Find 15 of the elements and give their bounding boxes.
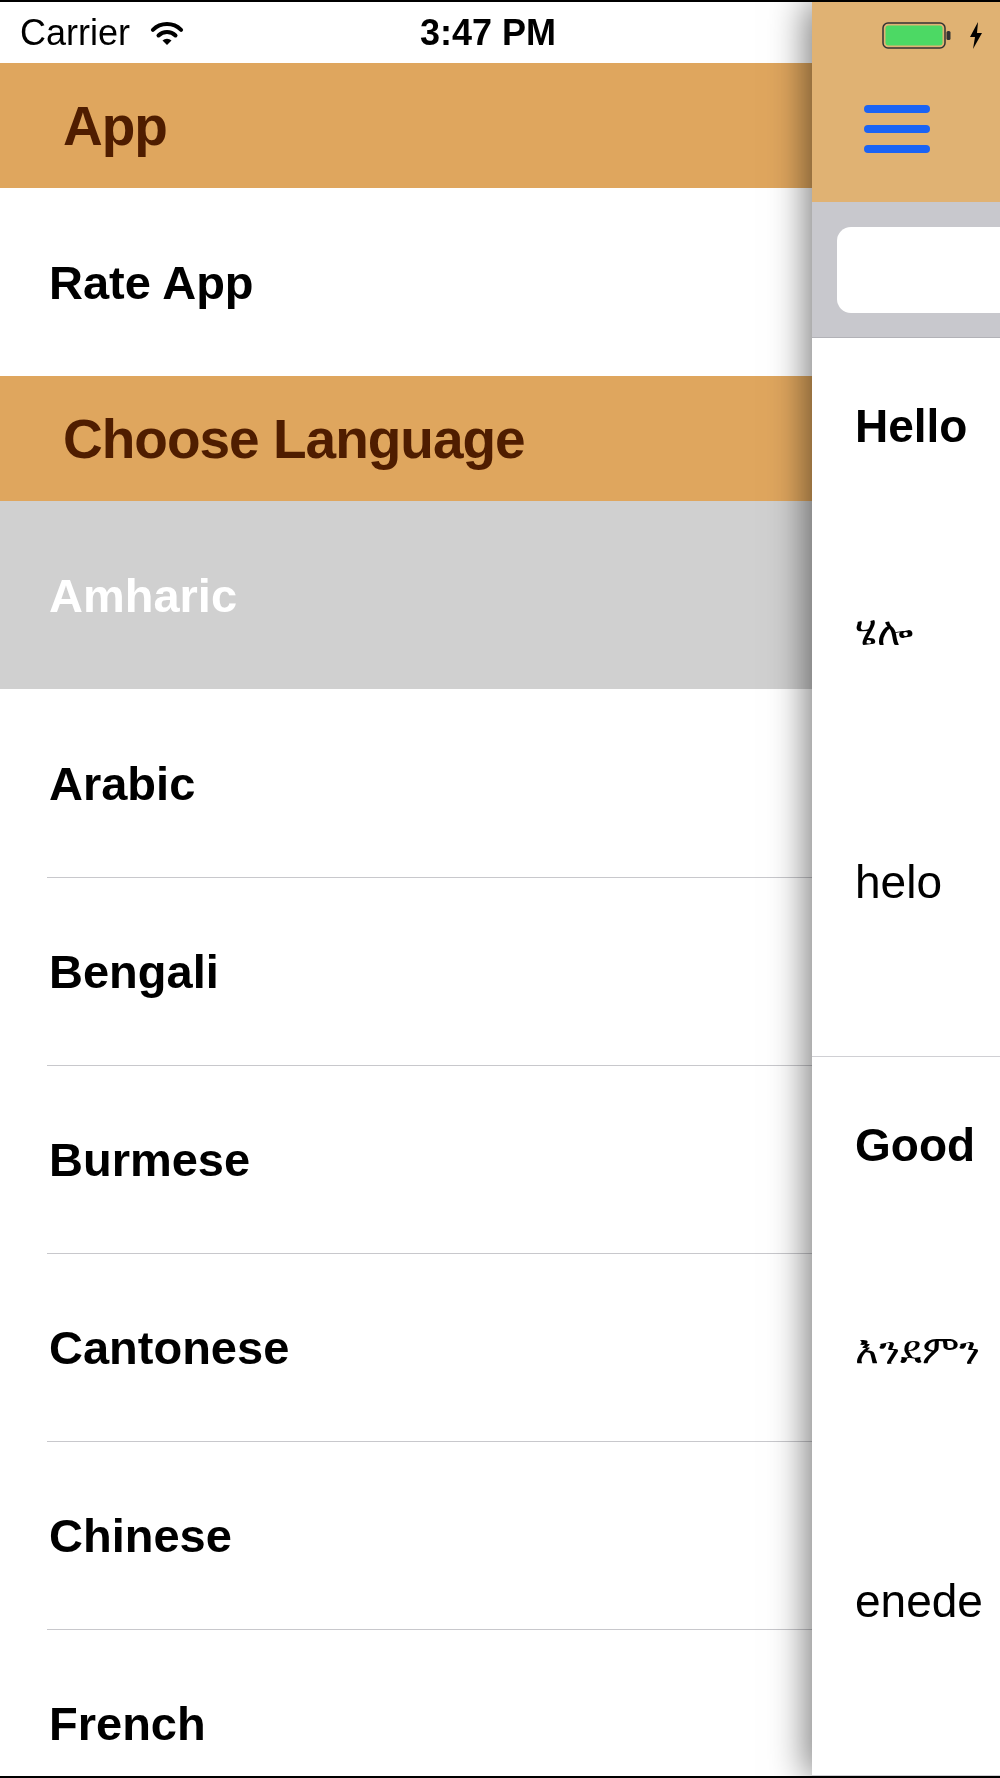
wifi-icon bbox=[150, 19, 184, 46]
phrase-transliteration: enede bbox=[855, 1576, 983, 1626]
battery-icon bbox=[882, 22, 952, 49]
phrase-amharic: ሄሎ bbox=[855, 607, 913, 656]
section-title: Choose Language bbox=[63, 406, 525, 471]
menu-icon[interactable] bbox=[864, 105, 930, 153]
search-field[interactable] bbox=[837, 227, 1000, 313]
bolt-icon bbox=[970, 22, 982, 49]
section-title: App bbox=[63, 93, 167, 158]
phrase-transliteration: helo bbox=[855, 857, 942, 907]
phrase-amharic: እንደምን bbox=[855, 1326, 980, 1375]
carrier-label: Carrier bbox=[20, 11, 130, 54]
status-time: 3:47 PM bbox=[420, 11, 557, 54]
phrase-english: Hello bbox=[855, 401, 968, 451]
phrase-english: Good bbox=[855, 1120, 976, 1170]
